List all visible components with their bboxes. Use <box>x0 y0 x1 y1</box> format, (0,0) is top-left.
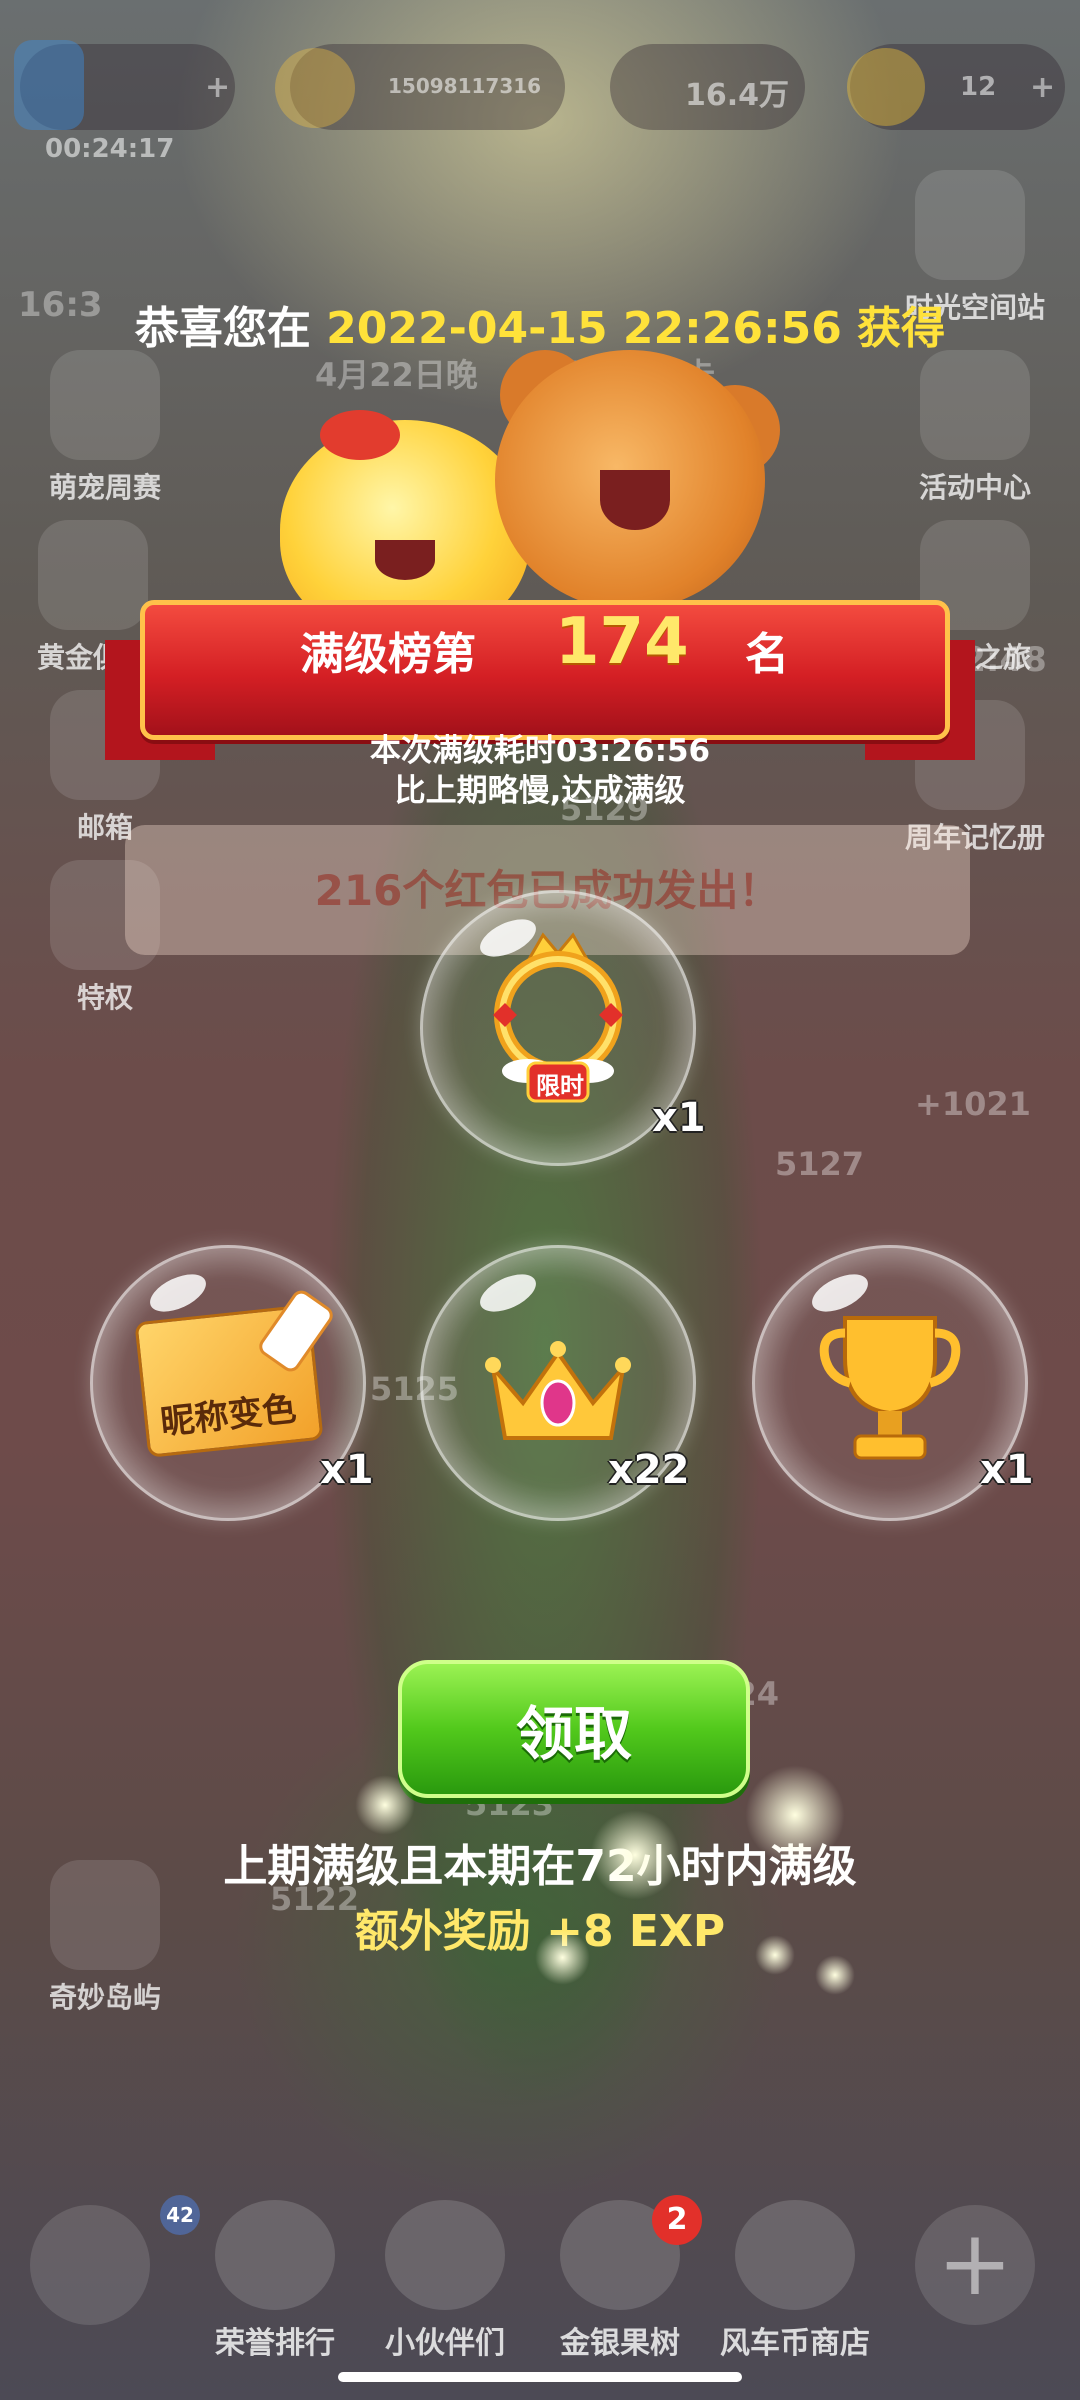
side-item-activity-center[interactable]: 活动中心 <box>910 350 1040 506</box>
shop-icon <box>735 2200 855 2310</box>
claim-button[interactable]: 领取 <box>398 1660 750 1798</box>
reward-qty: x22 <box>608 1447 690 1493</box>
congrats-suffix: 获得 <box>857 303 946 354</box>
lightning-icon <box>14 40 84 130</box>
bear-mouth <box>600 470 670 530</box>
nav-partners[interactable]: 小伙伴们 <box>370 2200 520 2362</box>
reward-qty: x1 <box>980 1447 1034 1493</box>
energy-timer: 00:24:17 <box>45 134 175 164</box>
rank-level-badge: 42 <box>160 2195 200 2235</box>
sparkle <box>535 1930 590 1985</box>
rank-ribbon <box>140 600 950 740</box>
time-used-text: 本次满级耗时03:26:56 <box>369 733 711 769</box>
nav-label: 小伙伴们 <box>385 2326 505 2361</box>
coin-count: 16.4万 <box>685 78 790 113</box>
rank-label: 满级榜第 <box>300 629 476 680</box>
crown-icon <box>485 1341 631 1440</box>
gold-trophy-icon <box>819 1316 961 1460</box>
sparkle <box>590 1810 680 1900</box>
time-station-icon <box>915 170 1025 280</box>
chick-comb <box>320 410 400 460</box>
fruit-tree-badge: 2 <box>652 2195 702 2245</box>
chick-mouth <box>375 540 435 580</box>
nav-windmill-shop[interactable]: 风车币商店 <box>715 2200 875 2362</box>
red-packet-count: 12 <box>960 72 997 102</box>
rank-value: 174 <box>555 605 689 679</box>
bonus-score: +1021 <box>915 1085 1031 1123</box>
bubble-shine <box>144 1266 212 1320</box>
nav-label: 金银果树 <box>560 2326 680 2361</box>
side-label: 活动中心 <box>918 471 1031 504</box>
sparkle <box>815 1955 855 1995</box>
level-number: 5127 <box>775 1145 865 1183</box>
nav-label: 风车币商店 <box>720 2326 870 2361</box>
red-packet-add-icon[interactable]: + <box>1030 70 1055 105</box>
bubble-shine <box>474 1266 542 1320</box>
add-icon[interactable]: + <box>915 2205 1035 2325</box>
side-label: 萌宠周赛 <box>48 471 161 504</box>
side-label: 奇妙岛屿 <box>48 1981 161 2014</box>
nav-honor-rank[interactable]: 荣誉排行 <box>200 2200 350 2362</box>
compare-text: 比上期略慢,达成满级 <box>394 773 686 809</box>
sparkle <box>755 1935 795 1975</box>
congrats-line: 恭喜您在 2022-04-15 22:26:56 获得 <box>0 292 1080 356</box>
nav-label: 荣誉排行 <box>215 2326 335 2361</box>
gold-card-icon <box>38 520 148 630</box>
rank-suffix: 名 <box>745 629 789 680</box>
event-note: 4月22日晚 <box>315 356 478 394</box>
pet-icon <box>50 350 160 460</box>
partner-icon <box>385 2200 505 2310</box>
star-id-text: 15098117316 <box>388 74 542 98</box>
tent-icon <box>920 350 1030 460</box>
congrats-date: 2022-04-15 22:26:56 <box>326 303 842 354</box>
side-item-pet-weekly[interactable]: 萌宠周赛 <box>40 350 170 506</box>
star-icon <box>275 48 355 128</box>
reward-qty: x1 <box>652 1095 706 1141</box>
coin-icon <box>847 48 925 126</box>
congrats-prefix: 恭喜您在 <box>134 303 311 354</box>
energy-add-icon[interactable]: + <box>205 70 230 105</box>
bonus-condition-text: 上期满级且本期在72小时内满级 <box>223 1841 857 1892</box>
sparkle <box>745 1765 845 1865</box>
trophy-nav-icon <box>215 2200 335 2310</box>
sparkle <box>355 1775 415 1835</box>
menu-icon[interactable] <box>30 2205 150 2325</box>
limited-tag: 限时 <box>536 1072 584 1100</box>
home-indicator[interactable] <box>338 2372 742 2382</box>
side-label: 特权 <box>76 981 133 1014</box>
reward-qty: x1 <box>320 1447 374 1493</box>
